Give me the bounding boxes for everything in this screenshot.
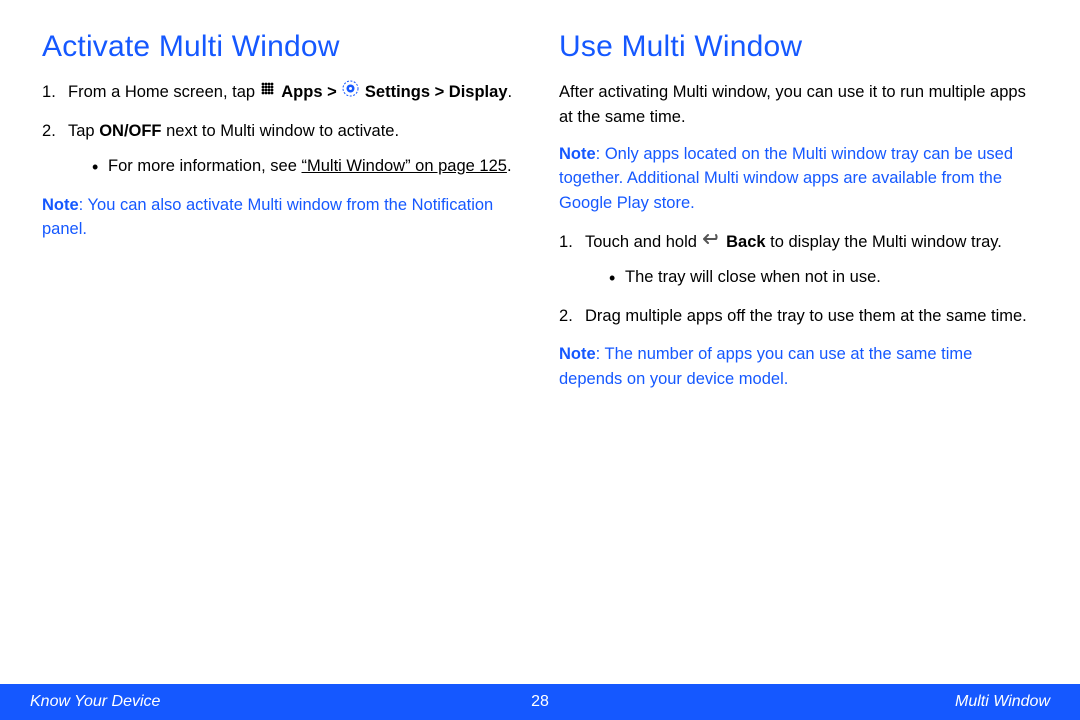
left-column: Activate Multi Window From a Home screen… — [42, 30, 521, 406]
back-arrow-icon — [703, 230, 721, 255]
footer-right: Multi Window — [955, 693, 1050, 711]
left-note: Note: You can also activate Multi window… — [42, 193, 521, 243]
heading-use: Use Multi Window — [559, 30, 1038, 64]
left-step-1: From a Home screen, tap Apps > — [42, 80, 521, 105]
page-footer: Know Your Device 28 Multi Window — [0, 684, 1080, 720]
left-bullet: For more information, see “Multi Window”… — [92, 154, 521, 179]
right-step-1: Touch and hold Back to display the Multi… — [559, 230, 1038, 290]
heading-activate: Activate Multi Window — [42, 30, 521, 64]
right-bullet: The tray will close when not in use. — [609, 265, 1038, 290]
right-note-2: Note: The number of apps you can use at … — [559, 342, 1038, 392]
cross-ref-link[interactable]: “Multi Window” on page 125 — [302, 157, 507, 175]
right-step-2: Drag multiple apps off the tray to use t… — [559, 304, 1038, 329]
right-intro: After activating Multi window, you can u… — [559, 80, 1038, 130]
page-number: 28 — [531, 693, 549, 711]
left-step-2: Tap ON/OFF next to Multi window to activ… — [42, 119, 521, 179]
right-column: Use Multi Window After activating Multi … — [559, 30, 1038, 406]
right-note-1: Note: Only apps located on the Multi win… — [559, 142, 1038, 216]
settings-gear-icon — [342, 80, 359, 105]
apps-grid-icon — [261, 80, 276, 105]
footer-left: Know Your Device — [30, 693, 160, 711]
